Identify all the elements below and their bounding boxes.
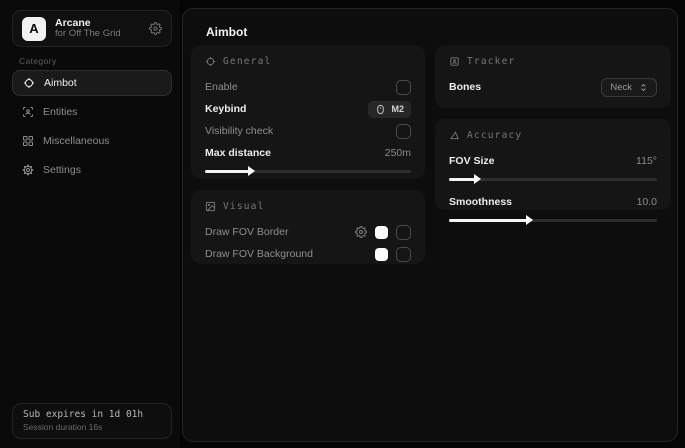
visual-card: Visual Draw FOV Border Draw FOV Backgrou… — [191, 190, 425, 264]
chevron-updown-icon — [639, 83, 648, 92]
smoothness-label: Smoothness — [449, 196, 512, 208]
sidebar-item-settings[interactable]: Settings — [12, 157, 172, 183]
entities-icon — [22, 106, 34, 118]
smoothness-slider[interactable] — [449, 216, 657, 224]
accuracy-card: Accuracy FOV Size 115° Smoothness 10.0 — [435, 119, 671, 210]
keybind-button[interactable]: M2 — [368, 101, 411, 118]
app-logo: A — [22, 17, 46, 41]
slider-thumb[interactable] — [248, 166, 255, 176]
sidebar-item-miscellaneous[interactable]: Miscellaneous — [12, 128, 172, 154]
keybind-label: Keybind — [205, 103, 246, 115]
app-header: A Arcane for Off The Grid — [12, 10, 172, 47]
gear-icon — [22, 164, 34, 176]
card-title: General — [223, 56, 271, 67]
fov-size-label: FOV Size — [449, 155, 495, 167]
bones-label: Bones — [449, 81, 481, 93]
page-title: Aimbot — [206, 25, 247, 39]
bones-select[interactable]: Neck — [601, 78, 657, 97]
draw-fov-border-checkbox[interactable] — [396, 225, 411, 240]
grid-icon — [22, 135, 34, 147]
card-title: Tracker — [467, 56, 515, 67]
bones-selected-value: Neck — [610, 82, 632, 93]
keybind-row: Keybind M2 — [205, 98, 411, 120]
sidebar-item-aimbot[interactable]: Aimbot — [12, 70, 172, 96]
visibility-check-row: Visibility check — [205, 120, 411, 142]
enable-checkbox[interactable] — [396, 80, 411, 95]
fov-background-color-swatch[interactable] — [375, 248, 388, 261]
gear-icon[interactable] — [149, 22, 162, 35]
mouse-icon — [375, 104, 386, 115]
draw-fov-background-row: Draw FOV Background — [205, 243, 411, 265]
max-distance-label: Max distance — [205, 147, 271, 159]
app-subtitle: for Off The Grid — [55, 29, 140, 40]
max-distance-row: Max distance 250m — [205, 142, 411, 164]
sidebar-item-label: Aimbot — [44, 77, 77, 89]
draw-fov-border-label: Draw FOV Border — [205, 226, 288, 238]
card-title: Accuracy — [467, 130, 522, 141]
fov-border-color-swatch[interactable] — [375, 226, 388, 239]
sidebar-item-entities[interactable]: Entities — [12, 99, 172, 125]
fov-size-row: FOV Size 115° — [449, 150, 657, 172]
sidebar-item-label: Miscellaneous — [43, 135, 110, 147]
gear-icon[interactable] — [355, 226, 367, 238]
sidebar-nav: Aimbot Entities Miscellaneous — [12, 70, 172, 186]
max-distance-value: 250m — [385, 147, 411, 159]
sidebar-item-label: Settings — [43, 164, 81, 176]
enable-label: Enable — [205, 81, 238, 93]
draw-fov-background-label: Draw FOV Background — [205, 248, 313, 260]
slider-thumb[interactable] — [474, 174, 481, 184]
main-panel: Aimbot General Enable Keybind M2 — [182, 8, 678, 442]
tracker-icon — [449, 56, 460, 67]
slider-thumb[interactable] — [526, 215, 533, 225]
session-duration-text: Session duration 16s — [23, 422, 161, 432]
draw-fov-background-checkbox[interactable] — [396, 247, 411, 262]
sidebar-item-label: Entities — [43, 106, 77, 118]
max-distance-slider[interactable] — [205, 167, 411, 175]
crosshair-icon — [205, 56, 216, 67]
image-icon — [205, 201, 216, 212]
category-label: Category — [19, 56, 57, 66]
visibility-check-checkbox[interactable] — [396, 124, 411, 139]
general-card: General Enable Keybind M2 Visibility che… — [191, 45, 425, 179]
fov-size-slider[interactable] — [449, 175, 657, 183]
visibility-check-label: Visibility check — [205, 125, 273, 137]
angle-icon — [449, 130, 460, 141]
sidebar: A Arcane for Off The Grid Category Aimbo… — [0, 0, 180, 448]
fov-size-value: 115° — [636, 155, 657, 167]
draw-fov-border-row: Draw FOV Border — [205, 221, 411, 243]
bones-row: Bones Neck — [449, 76, 657, 98]
smoothness-value: 10.0 — [637, 196, 657, 208]
crosshair-icon — [23, 77, 35, 89]
sub-expires-text: Sub expires in 1d 01h — [23, 409, 161, 420]
smoothness-row: Smoothness 10.0 — [449, 191, 657, 213]
enable-row: Enable — [205, 76, 411, 98]
tracker-card: Tracker Bones Neck — [435, 45, 671, 108]
subscription-info: Sub expires in 1d 01h Session duration 1… — [12, 403, 172, 439]
keybind-value: M2 — [391, 104, 404, 114]
card-title: Visual — [223, 201, 265, 212]
